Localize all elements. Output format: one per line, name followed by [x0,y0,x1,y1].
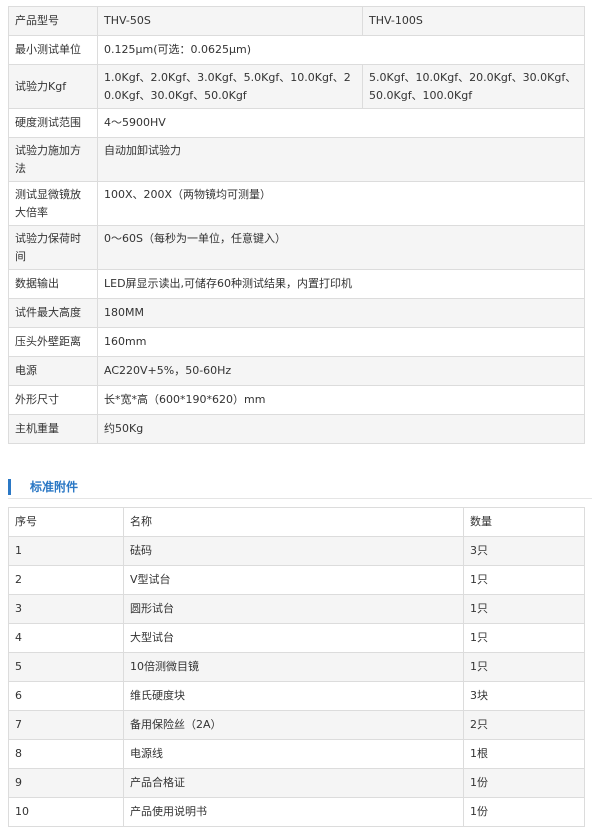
table-row: 2 V型试台 1只 [8,565,585,595]
cell-name: 产品使用说明书 [123,797,464,827]
section-title: 标准附件 [30,480,79,494]
cell-no: 5 [8,652,124,682]
cell-name: 10倍测微目镜 [123,652,464,682]
spec-model-a: THV-50S [97,6,363,36]
spec-label: 最小测试单位 [8,35,98,65]
spec-row-model: 产品型号 THV-50S THV-100S [8,6,585,36]
cell-qty: 1只 [463,623,585,653]
spec-label: 数据输出 [8,269,98,299]
cell-name: V型试台 [123,565,464,595]
table-row: 7 备用保险丝（2A） 2只 [8,710,585,740]
cell-name: 产品合格证 [123,768,464,798]
section-header: 标准附件 [8,476,592,499]
spec-value: 160mm [97,327,585,357]
header-qty: 数量 [463,507,585,537]
spec-label: 试验力保荷时间 [8,225,98,270]
table-row: 3 圆形试台 1只 [8,594,585,624]
spec-value: 0.125μm(可选：0.0625μm) [97,35,585,65]
table-row: 8 电源线 1根 [8,739,585,769]
spec-row-weight: 主机重量 约50Kg [8,414,585,444]
spec-value: 长*宽*高（600*190*620）mm [97,385,585,415]
cell-name: 大型试台 [123,623,464,653]
spec-row-dwell-time: 试验力保荷时间 0～60S（每秒为一单位，任意键入） [8,225,585,270]
section-accent-bar [8,479,11,495]
header-no: 序号 [8,507,124,537]
cell-name: 维氏硬度块 [123,681,464,711]
spec-value: LED屏显示读出,可储存60种测试结果，内置打印机 [97,269,585,299]
spec-value: 4～5900HV [97,108,585,138]
spec-label: 测试显微镜放大倍率 [8,181,98,226]
table-row: 5 10倍测微目镜 1只 [8,652,585,682]
spec-row-magnification: 测试显微镜放大倍率 100X、200X（两物镜均可测量） [8,181,585,226]
spec-table: 产品型号 THV-50S THV-100S 最小测试单位 0.125μm(可选：… [8,6,585,444]
spec-row-dimensions: 外形尺寸 长*宽*高（600*190*620）mm [8,385,585,415]
cell-no: 2 [8,565,124,595]
table-row: 1 砝码 3只 [8,536,585,566]
spec-label: 试验力Kgf [8,64,98,109]
spec-row-hardness-range: 硬度测试范围 4～5900HV [8,108,585,138]
cell-qty: 1份 [463,768,585,798]
spec-row-load-method: 试验力施加方法 自动加卸试验力 [8,137,585,182]
cell-no: 1 [8,536,124,566]
spec-row-power: 电源 AC220V+5%，50-60Hz [8,356,585,386]
cell-qty: 3块 [463,681,585,711]
spec-row-min-unit: 最小测试单位 0.125μm(可选：0.0625μm) [8,35,585,65]
cell-no: 7 [8,710,124,740]
spec-value: 180MM [97,298,585,328]
spec-label: 试件最大高度 [8,298,98,328]
header-name: 名称 [123,507,464,537]
cell-no: 8 [8,739,124,769]
spec-label: 压头外壁距离 [8,327,98,357]
spec-value: 0～60S（每秒为一单位，任意键入） [97,225,585,270]
accessories-header-row: 序号 名称 数量 [8,507,585,537]
spec-row-test-force: 试验力Kgf 1.0Kgf、2.0Kgf、3.0Kgf、5.0Kgf、10.0K… [8,64,585,109]
cell-qty: 1只 [463,594,585,624]
accessories-table: 序号 名称 数量 1 砝码 3只 2 V型试台 1只 3 圆形试台 1只 4 大… [8,507,585,827]
cell-qty: 2只 [463,710,585,740]
spec-value: 约50Kg [97,414,585,444]
table-row: 6 维氏硬度块 3块 [8,681,585,711]
table-row: 10 产品使用说明书 1份 [8,797,585,827]
cell-no: 3 [8,594,124,624]
spec-label: 主机重量 [8,414,98,444]
spec-label: 产品型号 [8,6,98,36]
cell-name: 电源线 [123,739,464,769]
spec-value-b: 5.0Kgf、10.0Kgf、20.0Kgf、30.0Kgf、50.0Kgf、1… [362,64,585,109]
spec-row-max-height: 试件最大高度 180MM [8,298,585,328]
cell-name: 圆形试台 [123,594,464,624]
spec-label: 电源 [8,356,98,386]
page: 产品型号 THV-50S THV-100S 最小测试单位 0.125μm(可选：… [0,0,600,834]
cell-no: 4 [8,623,124,653]
spec-value: 自动加卸试验力 [97,137,585,182]
spec-model-b: THV-100S [362,6,585,36]
cell-qty: 1份 [463,797,585,827]
spec-value-a: 1.0Kgf、2.0Kgf、3.0Kgf、5.0Kgf、10.0Kgf、20.0… [97,64,363,109]
spec-value: AC220V+5%，50-60Hz [97,356,585,386]
cell-no: 6 [8,681,124,711]
cell-qty: 1只 [463,652,585,682]
table-row: 4 大型试台 1只 [8,623,585,653]
spec-row-throat-depth: 压头外壁距离 160mm [8,327,585,357]
cell-qty: 1只 [463,565,585,595]
cell-no: 9 [8,768,124,798]
spec-label: 外形尺寸 [8,385,98,415]
cell-qty: 3只 [463,536,585,566]
spec-row-data-output: 数据输出 LED屏显示读出,可储存60种测试结果，内置打印机 [8,269,585,299]
cell-name: 备用保险丝（2A） [123,710,464,740]
spec-label: 硬度测试范围 [8,108,98,138]
spec-value: 100X、200X（两物镜均可测量） [97,181,585,226]
table-row: 9 产品合格证 1份 [8,768,585,798]
cell-name: 砝码 [123,536,464,566]
cell-no: 10 [8,797,124,827]
spec-label: 试验力施加方法 [8,137,98,182]
cell-qty: 1根 [463,739,585,769]
